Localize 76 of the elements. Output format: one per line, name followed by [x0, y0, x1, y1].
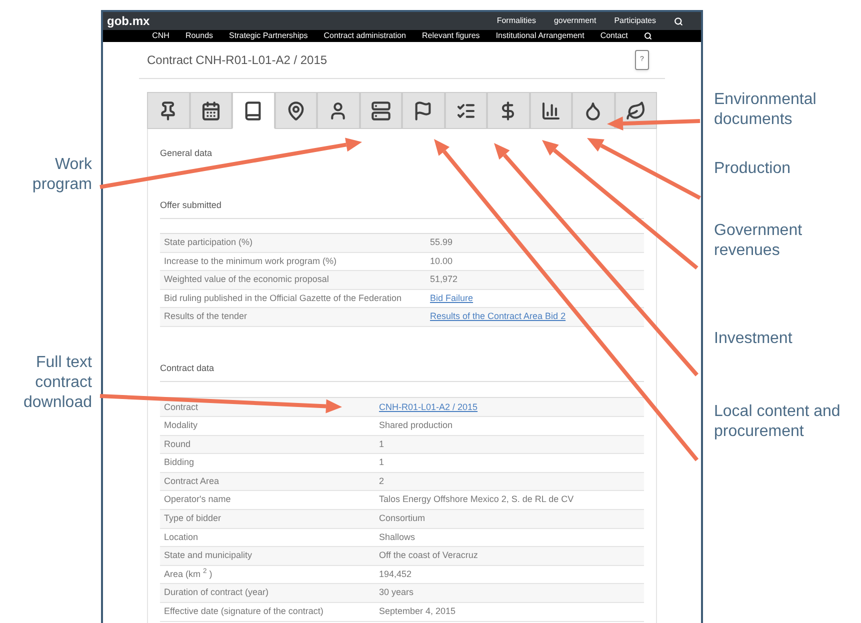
row-value: Shared production: [379, 419, 453, 432]
row-value: September 4, 2015: [379, 605, 456, 618]
row-value: 194,452: [379, 568, 412, 581]
value-link[interactable]: Results of the Contract Area Bid 2: [430, 310, 566, 324]
nav-link[interactable]: Contract administration: [324, 30, 406, 42]
header-link[interactable]: government: [554, 15, 596, 27]
tab[interactable]: [317, 92, 360, 129]
row-label: Location: [164, 532, 198, 542]
row-value: 10.00: [430, 254, 453, 268]
search-icon[interactable]: [674, 16, 683, 26]
row-label: Operator's name: [164, 494, 231, 504]
row-label: Bidding: [164, 457, 194, 468]
tab[interactable]: [402, 92, 444, 129]
value-link[interactable]: CNH-R01-L01-A2 / 2015: [379, 400, 478, 414]
section-heading: General data: [160, 147, 214, 160]
annotation-label: Investment: [714, 329, 794, 349]
row-value: 1: [379, 456, 384, 470]
row-label: Contract: [164, 402, 198, 412]
leaf-icon: [626, 100, 646, 120]
stacked-bars-icon: [370, 100, 391, 120]
nav-link[interactable]: Strategic Partnerships: [229, 30, 308, 42]
row-label: Increase to the minimum work program (%): [164, 256, 337, 266]
row-label: Modality: [164, 420, 198, 430]
row-label: Results of the tender: [164, 311, 248, 322]
row-value: Shallows: [379, 530, 416, 544]
tab[interactable]: [360, 92, 402, 129]
row-label: State participation (%): [164, 237, 253, 248]
nav-link[interactable]: Institutional Arrangement: [496, 30, 584, 42]
map-pin-icon: [286, 100, 306, 120]
page-title: Contract CNH-R01-L01-A2 / 2015: [147, 52, 328, 69]
row-label: Duration of contract (year): [164, 587, 269, 598]
row-label: Round: [164, 438, 191, 449]
section-heading: Offer submitted: [160, 198, 644, 219]
value-link[interactable]: Bid Failure: [430, 292, 474, 306]
annotation-label: Production: [714, 159, 792, 179]
annotation-label: Local content and procurement: [714, 402, 842, 442]
calendar-icon: [200, 100, 221, 120]
nav-link[interactable]: Rounds: [185, 30, 214, 42]
row-label: Area (km $^{2}$ ): [164, 568, 212, 579]
tab[interactable]: [572, 92, 614, 129]
tab[interactable]: [444, 92, 487, 129]
tab[interactable]: [487, 92, 530, 129]
row-value: Consortium: [379, 512, 426, 526]
tab[interactable]: [530, 92, 572, 129]
row-label: Type of bidder: [164, 513, 222, 524]
row-label: Contract Area: [164, 476, 220, 486]
row-label: Bid ruling published in the Official Gazette of the Federation: [164, 292, 402, 303]
header-link[interactable]: Formalities: [496, 15, 536, 27]
bar-chart-icon: [540, 100, 561, 120]
search-icon[interactable]: [644, 32, 652, 40]
row-label: Effective date (signature of the contract): [164, 606, 324, 616]
tab[interactable]: [147, 92, 190, 129]
annotation-label: Government revenues: [714, 221, 804, 261]
annotation-label: Full text contract download: [22, 353, 92, 413]
header-link[interactable]: Participates: [614, 15, 656, 27]
nav-link[interactable]: CNH: [152, 30, 170, 42]
tab[interactable]: [274, 92, 317, 129]
tab[interactable]: [232, 92, 274, 129]
flag-icon: [413, 100, 434, 120]
row-label: State and municipality: [164, 550, 252, 560]
book-icon: [243, 100, 264, 120]
annotation-label: Work program: [31, 155, 92, 195]
nav-link[interactable]: Contact: [600, 30, 628, 42]
tab[interactable]: [190, 92, 232, 129]
row-value: Talos Energy Offshore Mexico 2, S. de RL de CV: [379, 493, 574, 506]
row-value: 51,972: [430, 273, 458, 286]
row-value: 55.99: [430, 236, 453, 250]
row-value: 30 years: [379, 586, 414, 600]
logo: gob.mx: [107, 13, 150, 30]
row-label: Weighted value of the economic proposal: [164, 274, 329, 284]
nav-link[interactable]: Relevant figures: [422, 30, 480, 42]
row-value: Off the coast of Veracruz: [379, 549, 478, 562]
annotation-label: Environmental documents: [714, 90, 818, 130]
section-heading: Contract data: [160, 362, 644, 382]
row-value: 2: [379, 474, 384, 488]
row-value: 1: [379, 438, 384, 451]
